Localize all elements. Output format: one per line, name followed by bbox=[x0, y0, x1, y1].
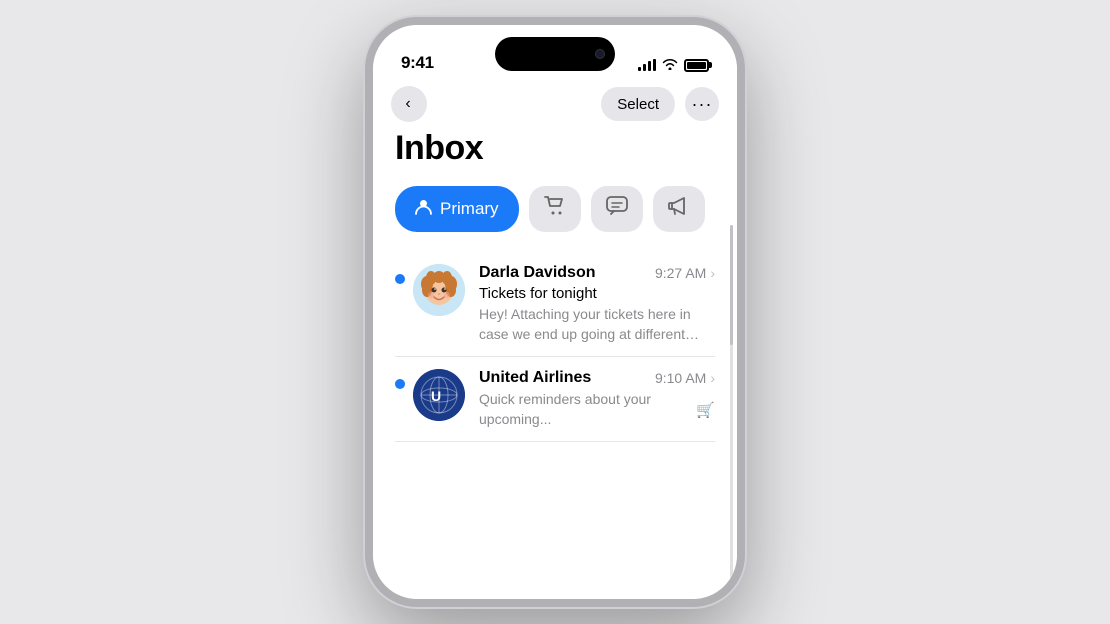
avatar-darla bbox=[413, 264, 465, 316]
back-chevron-icon: ‹ bbox=[405, 96, 410, 112]
tab-shopping[interactable] bbox=[529, 186, 581, 232]
category-tabs: Primary bbox=[395, 186, 715, 232]
unread-dot-darla bbox=[395, 274, 405, 284]
select-button[interactable]: Select bbox=[601, 87, 675, 121]
status-icons bbox=[638, 57, 709, 73]
sender-united: United Airlines bbox=[479, 369, 591, 387]
sender-darla: Darla Davidson bbox=[479, 264, 595, 282]
preview-row-united: Quick reminders about your upcoming... 🛒 bbox=[479, 390, 715, 429]
email-meta-united: 9:10 AM › bbox=[655, 370, 715, 386]
email-header-darla: Darla Davidson 9:27 AM › bbox=[479, 264, 715, 282]
scroll-indicator bbox=[730, 225, 733, 579]
chevron-united-icon: › bbox=[710, 370, 715, 386]
back-button[interactable]: ‹ bbox=[391, 86, 427, 122]
email-list: Darla Davidson 9:27 AM › Tickets for ton… bbox=[395, 252, 715, 442]
subject-darla: Tickets for tonight bbox=[479, 285, 715, 302]
cart-icon bbox=[544, 196, 566, 222]
tab-promos[interactable] bbox=[653, 186, 705, 232]
signal-icon bbox=[638, 59, 656, 71]
email-item-united[interactable]: U United Airlines 9:10 AM › bbox=[395, 357, 715, 442]
preview-darla: Hey! Attaching your tickets here in case… bbox=[479, 305, 715, 344]
email-header-united: United Airlines 9:10 AM › bbox=[479, 369, 715, 387]
dynamic-island bbox=[495, 37, 615, 71]
email-item-darla[interactable]: Darla Davidson 9:27 AM › Tickets for ton… bbox=[395, 252, 715, 357]
phone-inner: 9:41 bbox=[373, 25, 737, 599]
chat-icon bbox=[606, 196, 628, 222]
email-body-darla: Darla Davidson 9:27 AM › Tickets for ton… bbox=[479, 264, 715, 344]
time-darla: 9:27 AM bbox=[655, 265, 706, 281]
battery-icon bbox=[684, 59, 709, 72]
unread-dot-united bbox=[395, 379, 405, 389]
phone-frame: 9:41 bbox=[365, 17, 745, 607]
svg-text:U: U bbox=[431, 388, 441, 404]
more-dots-icon: ··· bbox=[692, 95, 713, 113]
tab-social[interactable] bbox=[591, 186, 643, 232]
avatar-united: U bbox=[413, 369, 465, 421]
chevron-darla-icon: › bbox=[710, 265, 715, 281]
status-time: 9:41 bbox=[401, 53, 434, 73]
phone-wrapper: 9:41 bbox=[365, 17, 745, 607]
email-meta-darla: 9:27 AM › bbox=[655, 265, 715, 281]
tab-primary[interactable]: Primary bbox=[395, 186, 519, 232]
megaphone-icon bbox=[668, 196, 690, 222]
time-united: 9:10 AM bbox=[655, 370, 706, 386]
more-button[interactable]: ··· bbox=[685, 87, 719, 121]
wifi-icon bbox=[662, 57, 678, 73]
nav-bar: ‹ Select ··· bbox=[373, 79, 737, 129]
shopping-tag-icon: 🛒 bbox=[696, 401, 715, 419]
preview-united: Quick reminders about your upcoming... bbox=[479, 390, 690, 429]
email-body-united: United Airlines 9:10 AM › Quick reminder… bbox=[479, 369, 715, 429]
main-content: Inbox Primary bbox=[373, 129, 737, 599]
tab-primary-label: Primary bbox=[440, 199, 499, 219]
person-icon bbox=[415, 198, 432, 220]
inbox-title: Inbox bbox=[395, 129, 715, 168]
nav-right: Select ··· bbox=[601, 87, 719, 121]
camera-dot bbox=[595, 49, 605, 59]
scroll-thumb bbox=[730, 225, 733, 345]
